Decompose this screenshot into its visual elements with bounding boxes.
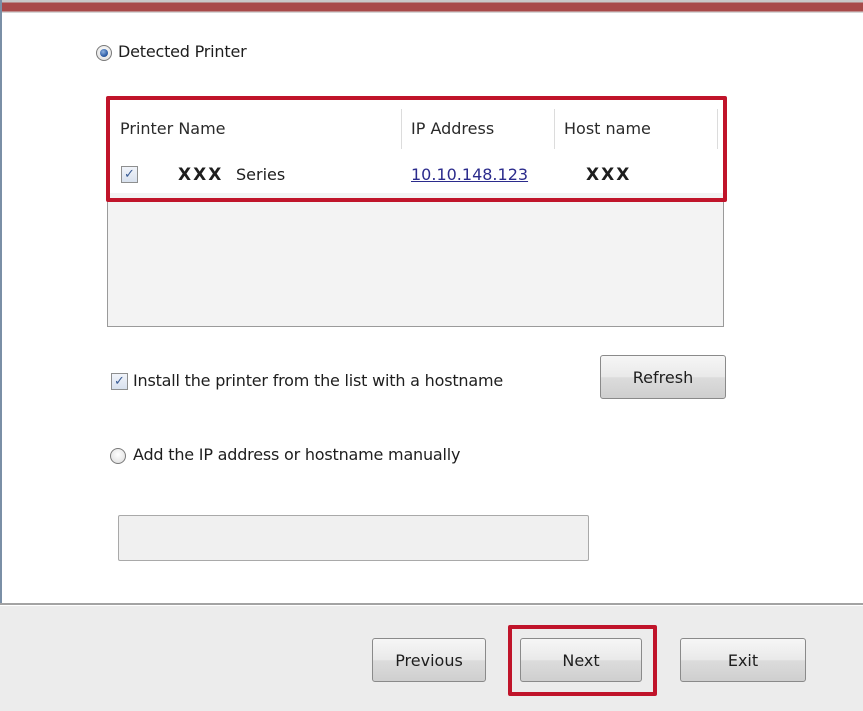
column-header-printer-name[interactable]: Printer Name: [120, 119, 226, 138]
printer-name-model: XXX: [178, 165, 224, 185]
previous-button[interactable]: Previous: [372, 638, 486, 682]
printer-name-series: Series: [236, 165, 286, 184]
refresh-button[interactable]: Refresh: [600, 355, 726, 399]
next-button[interactable]: Next: [520, 638, 642, 682]
column-separator: [401, 109, 402, 149]
column-separator: [717, 109, 718, 149]
column-header-ip-address[interactable]: IP Address: [411, 119, 494, 138]
column-header-host-name[interactable]: Host name: [564, 119, 651, 138]
checkmark-icon: ✓: [114, 374, 125, 389]
column-separator: [554, 109, 555, 149]
manual-entry-label: Add the IP address or hostname manually: [133, 445, 461, 464]
printer-list[interactable]: Printer Name IP Address Host name ✓ XXX …: [107, 98, 724, 327]
manual-address-input[interactable]: [118, 515, 589, 561]
install-hostname-label: Install the printer from the list with a…: [133, 371, 503, 390]
window-title-band: [0, 0, 863, 13]
printer-row-checkbox[interactable]: ✓: [121, 166, 138, 183]
install-hostname-checkbox[interactable]: ✓: [111, 373, 128, 390]
table-row[interactable]: ✓ XXX Series 10.10.148.123 XXX: [108, 159, 723, 193]
printer-list-header: Printer Name IP Address Host name: [108, 99, 723, 159]
detected-printer-label: Detected Printer: [118, 42, 247, 61]
printer-host-name: XXX: [586, 165, 632, 185]
manual-entry-radio[interactable]: [110, 448, 126, 464]
detected-printer-radio[interactable]: [96, 45, 112, 61]
checkmark-icon: ✓: [124, 167, 135, 182]
exit-button[interactable]: Exit: [680, 638, 806, 682]
printer-ip-address-link[interactable]: 10.10.148.123: [411, 165, 528, 184]
